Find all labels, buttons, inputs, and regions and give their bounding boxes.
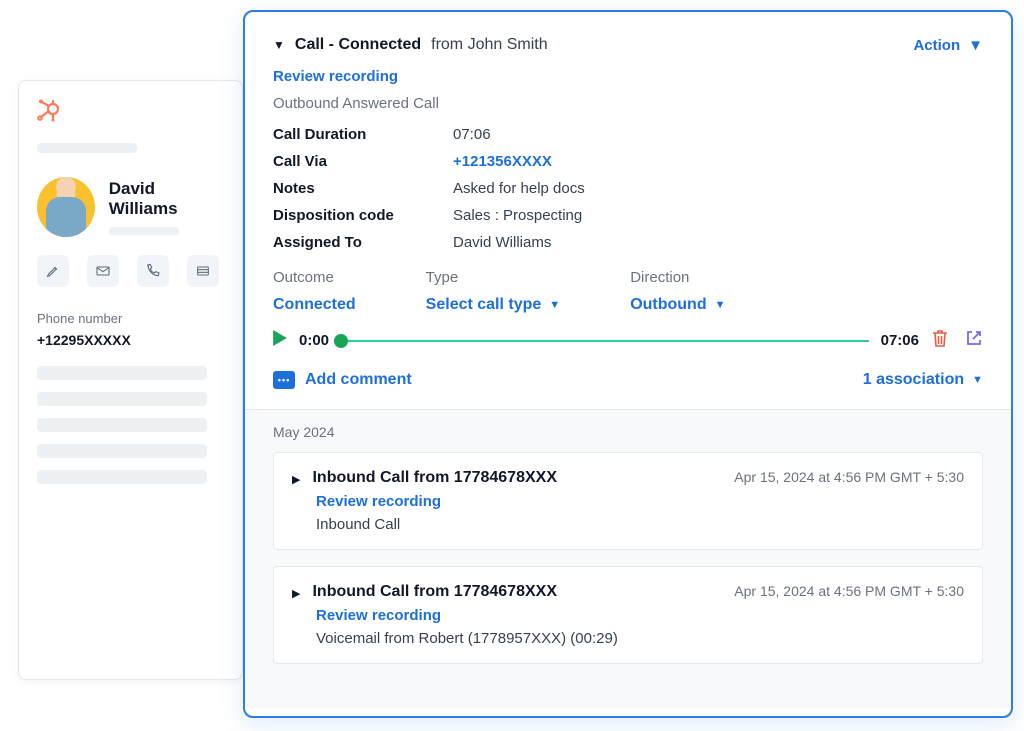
- action-label: Action: [913, 37, 960, 54]
- history-card[interactable]: ▶ Inbound Call from 17784678XXX Apr 15, …: [273, 452, 983, 550]
- add-comment-label: Add comment: [305, 371, 412, 389]
- history-item-timestamp: Apr 15, 2024 at 4:56 PM GMT + 5:30: [734, 469, 964, 485]
- review-recording-link[interactable]: Review recording: [316, 493, 964, 510]
- card-icon-button[interactable]: [187, 255, 219, 287]
- outcome-dropdown[interactable]: Connected: [273, 296, 356, 314]
- history-item-subtype: Inbound Call: [316, 516, 964, 533]
- avatar: [37, 177, 95, 237]
- expand-caret-icon[interactable]: ▶: [292, 587, 300, 600]
- via-value-link[interactable]: +121356XXXX: [453, 153, 983, 170]
- call-title: Call - Connected: [295, 36, 421, 54]
- call-detail-grid: Call Duration 07:06 Call Via +121356XXXX…: [273, 126, 983, 251]
- history-item-title: Inbound Call from 17784678XXX: [312, 583, 557, 601]
- player-current-time: 0:00: [299, 332, 329, 349]
- call-detail-panel: ▼ Call - Connected from John Smith Actio…: [243, 10, 1013, 718]
- player-total-time: 07:06: [881, 332, 919, 349]
- contact-action-row: [37, 255, 224, 287]
- skeleton-group: [37, 366, 224, 484]
- call-subtype: Outbound Answered Call: [273, 95, 983, 112]
- hubspot-logo-icon: [37, 99, 61, 123]
- contact-sidebar-card: David Williams Phone number +12295XXXXX: [18, 80, 243, 680]
- chevron-down-icon: ▼: [972, 374, 983, 386]
- trash-icon[interactable]: [931, 328, 949, 353]
- association-label: 1 association: [863, 371, 964, 389]
- history-item-subtype: Voicemail from Robert (1778957XXX) (00:2…: [316, 630, 964, 647]
- direction-label: Direction: [630, 269, 725, 286]
- assigned-value: David Williams: [453, 234, 983, 251]
- disposition-label: Disposition code: [273, 207, 453, 224]
- notes-value: Asked for help docs: [453, 180, 983, 197]
- chevron-down-icon: ▼: [549, 299, 560, 311]
- email-icon-button[interactable]: [87, 255, 119, 287]
- selector-row: Outcome Connected Type Select call type▼…: [273, 269, 983, 314]
- player-knob[interactable]: [334, 334, 348, 348]
- phone-icon-button[interactable]: [137, 255, 169, 287]
- disposition-value: Sales : Prospecting: [453, 207, 983, 224]
- call-from-text: from John Smith: [431, 36, 547, 54]
- history-card[interactable]: ▶ Inbound Call from 17784678XXX Apr 15, …: [273, 566, 983, 664]
- phone-field-label: Phone number: [37, 311, 224, 326]
- notes-label: Notes: [273, 180, 453, 197]
- contact-name: David Williams: [109, 179, 224, 219]
- outcome-label: Outcome: [273, 269, 356, 286]
- call-history-section: May 2024 ▶ Inbound Call from 17784678XXX…: [245, 409, 1011, 708]
- history-month-label: May 2024: [273, 424, 983, 440]
- direction-dropdown[interactable]: Outbound▼: [630, 296, 725, 314]
- note-icon-button[interactable]: [37, 255, 69, 287]
- type-dropdown[interactable]: Select call type▼: [426, 296, 561, 314]
- chevron-down-icon: ▼: [968, 37, 983, 54]
- history-item-title: Inbound Call from 17784678XXX: [312, 469, 557, 487]
- duration-value: 07:06: [453, 126, 983, 143]
- association-dropdown[interactable]: 1 association ▼: [863, 371, 983, 389]
- action-dropdown[interactable]: Action ▼: [913, 37, 983, 54]
- history-item-timestamp: Apr 15, 2024 at 4:56 PM GMT + 5:30: [734, 583, 964, 599]
- add-comment-button[interactable]: ••• Add comment: [273, 371, 412, 389]
- review-recording-link[interactable]: Review recording: [316, 607, 964, 624]
- skeleton-line: [109, 227, 179, 235]
- play-button-icon[interactable]: [273, 330, 287, 351]
- call-header-row: ▼ Call - Connected from John Smith Actio…: [273, 36, 983, 54]
- contact-header: David Williams: [37, 177, 224, 237]
- chevron-down-icon: ▼: [715, 299, 726, 311]
- collapse-caret-icon[interactable]: ▼: [273, 38, 285, 52]
- expand-caret-icon[interactable]: ▶: [292, 473, 300, 486]
- review-recording-link[interactable]: Review recording: [273, 68, 983, 85]
- call-footer-row: ••• Add comment 1 association ▼: [273, 371, 983, 389]
- skeleton-line: [37, 143, 137, 153]
- external-link-icon[interactable]: [965, 329, 983, 352]
- phone-field-value: +12295XXXXX: [37, 332, 224, 348]
- audio-player: 0:00 07:06: [273, 328, 983, 353]
- comment-icon: •••: [273, 371, 295, 389]
- type-label: Type: [426, 269, 561, 286]
- via-label: Call Via: [273, 153, 453, 170]
- duration-label: Call Duration: [273, 126, 453, 143]
- player-track[interactable]: [341, 340, 869, 342]
- assigned-label: Assigned To: [273, 234, 453, 251]
